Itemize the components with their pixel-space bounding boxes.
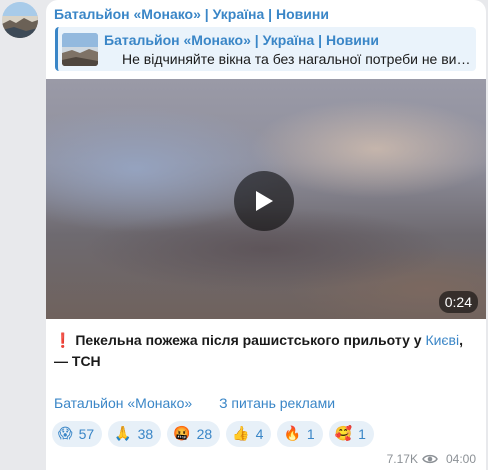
caption-text: Пекельна пожежа після рашистського приль… xyxy=(75,332,426,348)
message-caption: ❗ Пекельна пожежа після рашистського при… xyxy=(54,330,478,372)
view-count: 7.17K xyxy=(386,452,418,466)
video-player[interactable]: 0:24 xyxy=(46,79,486,319)
reaction-count: 1 xyxy=(306,426,315,442)
message-time: 04:00 xyxy=(445,452,476,466)
caption-link[interactable]: Києві xyxy=(425,332,459,348)
message-bubble: Батальйон «Монако» | Україна | Новини Ба… xyxy=(46,0,486,470)
reaction-screaming-face[interactable]: 😱 57 xyxy=(52,421,103,447)
exclamation-icon: ❗ xyxy=(54,332,72,348)
fire-icon: 🔥 xyxy=(283,426,301,442)
reaction-fire[interactable]: 🔥 1 xyxy=(277,421,323,447)
reaction-count: 57 xyxy=(78,426,95,442)
channel-avatar[interactable] xyxy=(2,2,38,38)
reaction-cursing-face[interactable]: 🤬 28 xyxy=(167,421,221,447)
reply-preview[interactable]: Батальйон «Монако» | Україна | Новини Не… xyxy=(55,27,476,71)
message-meta: 7.17K 04:00 xyxy=(387,452,476,466)
reaction-count: 28 xyxy=(196,426,213,442)
cursing-face-icon: 🤬 xyxy=(173,426,191,442)
ads-link[interactable]: З питань реклами xyxy=(219,395,335,411)
folded-hands-icon: 🙏 xyxy=(114,426,132,442)
channel-name[interactable]: Батальйон «Монако» | Україна | Новини xyxy=(54,6,329,22)
smiling-hearts-icon: 🥰 xyxy=(334,426,353,442)
eye-icon xyxy=(422,454,438,464)
reaction-smiling-hearts[interactable]: 🥰 1 xyxy=(328,421,374,447)
thumbs-up-icon: 👍 xyxy=(232,426,250,442)
reaction-count: 4 xyxy=(255,426,264,442)
screaming-face-icon: 😱 xyxy=(58,426,73,442)
reaction-count: 1 xyxy=(358,426,366,442)
footer-links: Батальйон «Монако» З питань реклами xyxy=(54,395,335,411)
reply-text: Не відчиняйте вікна та без нагальної пот… xyxy=(122,51,472,67)
reaction-thumbs-up[interactable]: 👍 4 xyxy=(226,421,272,447)
reactions-bar: 😱 57 🙏 38 🤬 28 👍 4 🔥 1 🥰 1 xyxy=(52,421,374,447)
reply-title: Батальйон «Монако» | Україна | Новини xyxy=(104,32,379,48)
video-duration: 0:24 xyxy=(438,291,478,313)
reaction-folded-hands[interactable]: 🙏 38 xyxy=(108,421,162,447)
play-icon xyxy=(256,191,273,211)
reply-thumbnail xyxy=(62,33,98,66)
reaction-count: 38 xyxy=(137,426,154,442)
channel-link[interactable]: Батальйон «Монако» xyxy=(54,395,192,411)
play-button[interactable] xyxy=(234,171,294,231)
